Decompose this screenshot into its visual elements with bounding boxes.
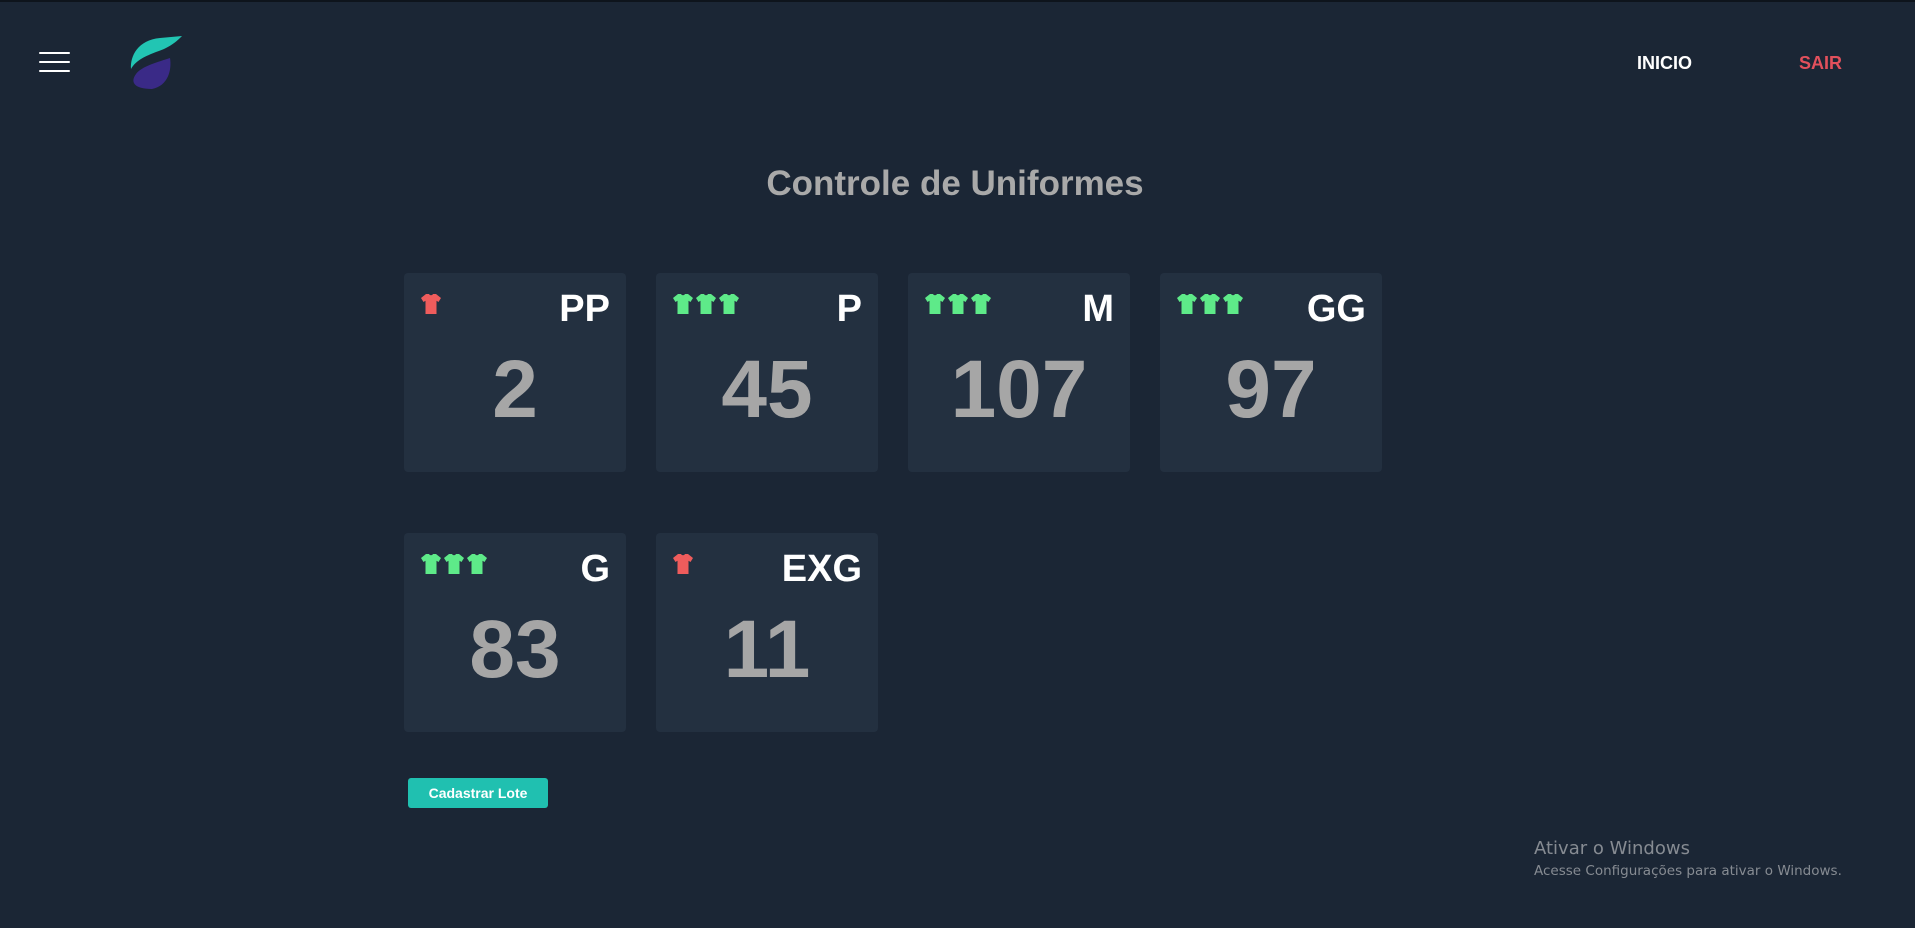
stock-level-icons [924,293,992,315]
stock-level-icons [420,553,488,575]
tshirt-icon [673,554,693,574]
card-size-label: P [836,288,862,330]
card-stock-value: 97 [1225,344,1317,435]
card-stock-value: 11 [723,604,811,695]
card-size-label: GG [1306,288,1366,330]
stock-card-exg: EXG 11 [656,533,878,732]
stock-level-icons [420,293,442,315]
register-batch-button[interactable]: Cadastrar Lote [408,778,548,808]
card-stock-value: 83 [469,604,561,695]
card-size-label: M [1082,288,1114,330]
stock-card-m: M 107 [908,273,1130,472]
card-size-label: PP [559,288,610,330]
tshirt-icon [673,294,693,314]
menu-icon[interactable] [39,52,70,74]
card-stock-value: 2 [492,344,538,435]
card-stock-value: 45 [721,344,813,435]
tshirt-icon [1200,294,1220,314]
watermark-title: Ativar o Windows [1534,838,1690,859]
tshirt-icon [1223,294,1243,314]
tshirt-icon [421,554,441,574]
tshirt-icon [1177,294,1197,314]
card-stock-value: 107 [950,344,1088,435]
stock-level-icons [672,293,740,315]
tshirt-icon [925,294,945,314]
card-size-label: EXG [781,548,862,590]
logo [126,36,182,90]
watermark-subtitle: Acesse Configurações para ativar o Windo… [1534,863,1842,879]
stock-card-g: G 83 [404,533,626,732]
card-size-label: G [580,548,610,590]
tshirt-icon [719,294,739,314]
windows-activation-watermark: Ativar o Windows Acesse Configurações pa… [1534,838,1842,880]
tshirt-icon [696,294,716,314]
stock-level-icons [1176,293,1244,315]
tshirt-icon [467,554,487,574]
stock-card-pp: PP 2 [404,273,626,472]
page-title: Controle de Uniformes [766,164,1144,203]
tshirt-icon [971,294,991,314]
tshirt-icon [421,294,441,314]
stock-card-gg: GG 97 [1160,273,1382,472]
stock-level-icons [672,553,694,575]
nav-sair-link[interactable]: SAIR [1799,52,1842,74]
stock-card-p: P 45 [656,273,878,472]
tshirt-icon [444,554,464,574]
tshirt-icon [948,294,968,314]
logo-icon [130,36,182,89]
nav-inicio-link[interactable]: INICIO [1637,52,1692,74]
